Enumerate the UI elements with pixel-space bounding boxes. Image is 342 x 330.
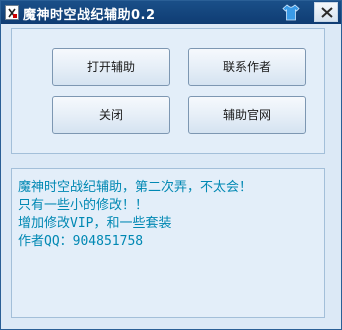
message-panel: 魔神时空战纪辅助，第二次弄，不太会！ 只有一些小的修改！！ 增加修改VIP，和一… — [11, 168, 325, 318]
title-bar[interactable]: 魔神时空战纪辅助0.2 — [1, 1, 341, 24]
close-icon — [321, 7, 333, 18]
message-line: 增加修改VIP，和一些套装 — [18, 216, 172, 231]
window-title: 魔神时空战纪辅助0.2 — [23, 8, 156, 23]
shirt-icon[interactable] — [282, 4, 300, 21]
close-app-button[interactable]: 关闭 — [52, 96, 170, 134]
contact-author-button[interactable]: 联系作者 — [188, 48, 306, 86]
open-helper-button[interactable]: 打开辅助 — [52, 48, 170, 86]
close-button[interactable] — [314, 2, 338, 22]
message-line: 只有一些小的修改！！ — [18, 198, 149, 213]
main-window: 魔神时空战纪辅助0.2 打开辅助 联系作者 关闭 辅助官网 魔神时空战纪辅助，第… — [0, 0, 342, 330]
message-text-area: 魔神时空战纪辅助，第二次弄，不太会！ 只有一些小的修改！！ 增加修改VIP，和一… — [18, 179, 318, 311]
app-icon — [5, 5, 19, 20]
message-line: 作者QQ：904851758 — [18, 234, 144, 249]
official-site-button[interactable]: 辅助官网 — [188, 96, 306, 134]
button-panel: 打开辅助 联系作者 关闭 辅助官网 — [11, 28, 325, 154]
message-line: 魔神时空战纪辅助，第二次弄，不太会！ — [18, 180, 253, 195]
